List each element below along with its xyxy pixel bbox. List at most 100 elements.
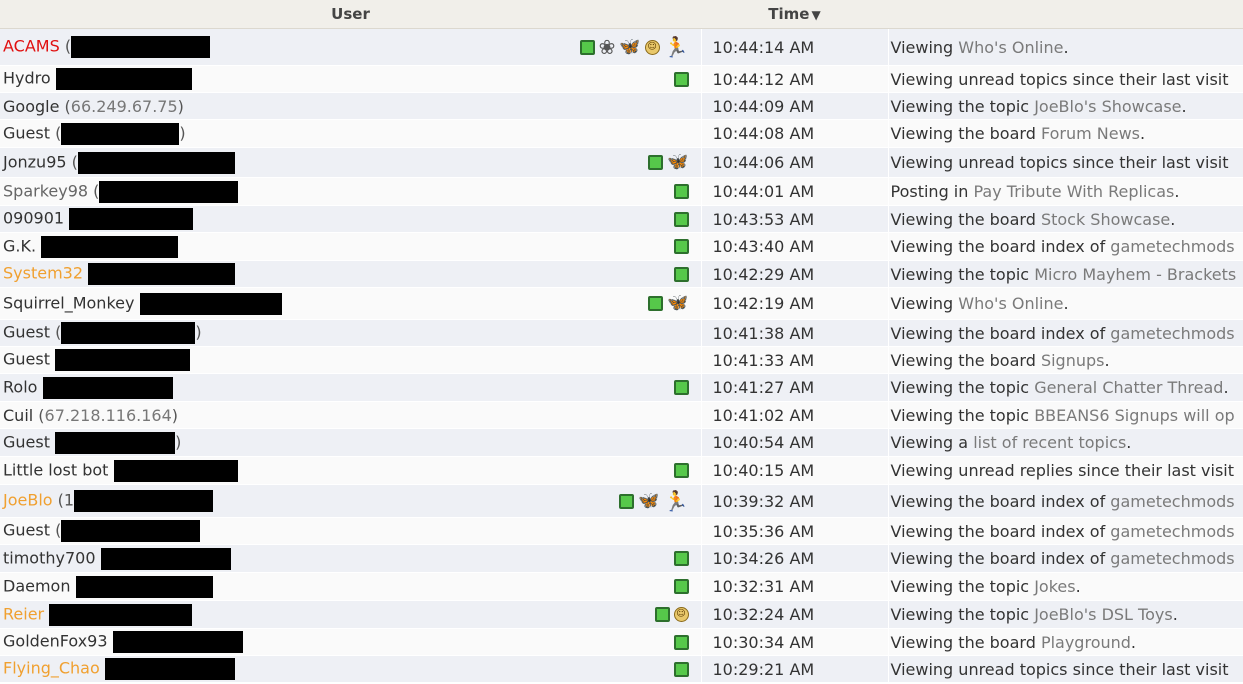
table-row: System32 10:42:29 AM Viewing the topic Mi…: [0, 260, 1243, 288]
ip-address[interactable]: 67.218.116.164: [45, 406, 172, 425]
messenger-icons: [673, 178, 689, 205]
aim-icon[interactable]: 🏃: [664, 491, 689, 511]
online-status-icon[interactable]: [673, 634, 689, 650]
ip-close-paren: ): [175, 432, 182, 451]
yahoo-icon[interactable]: ☺: [673, 607, 689, 622]
table-row: Guest () 10:41:38 AM Viewing the board ind…: [0, 319, 1243, 347]
username-link[interactable]: Squirrel_Monkey: [3, 293, 134, 312]
online-status-icon[interactable]: [673, 661, 689, 677]
username-link[interactable]: Guest: [3, 350, 50, 369]
action-link[interactable]: Jokes: [1034, 577, 1075, 596]
action-link[interactable]: Forum News: [1041, 124, 1140, 143]
action-link[interactable]: BBEANS6 Signups will op: [1034, 406, 1234, 425]
action-link[interactable]: Playground: [1041, 633, 1131, 652]
username-link[interactable]: GoldenFox93: [3, 632, 108, 651]
action-link[interactable]: Who's Online: [958, 38, 1063, 57]
online-status-icon[interactable]: [673, 380, 689, 395]
username-link[interactable]: Guest: [3, 323, 50, 342]
action-link[interactable]: Stock Showcase: [1041, 210, 1170, 229]
username-link[interactable]: Rolo: [3, 377, 37, 396]
online-status-icon[interactable]: [579, 39, 595, 55]
online-status-icon[interactable]: [673, 266, 689, 282]
ip-address[interactable]: 66.249.67.75: [71, 97, 178, 116]
action-text: Viewing the board: [890, 124, 1041, 143]
action-cell: Viewing unread replies since their last …: [887, 456, 1243, 485]
online-status-icon[interactable]: [648, 155, 664, 170]
online-status-icon[interactable]: [673, 579, 689, 594]
action-link[interactable]: gametechmods: [1110, 522, 1234, 541]
online-status-icon[interactable]: [654, 607, 670, 622]
table-header: User Time ▼: [0, 0, 1243, 29]
table-row: Guest () 10:44:08 AM Viewing the board For…: [0, 119, 1243, 148]
time-cell: 10:43:53 AM: [700, 205, 888, 233]
username-link[interactable]: ACAMS: [3, 37, 60, 56]
online-status-icon[interactable]: [648, 296, 664, 311]
action-cell: Viewing the topic JoeBlo's DSL Toys.: [887, 600, 1243, 629]
time-column-header[interactable]: Time ▼: [701, 0, 888, 29]
username-link[interactable]: Flying_Chao: [3, 659, 100, 678]
username-link[interactable]: Guest: [3, 123, 50, 142]
action-link[interactable]: Who's Online: [958, 294, 1063, 313]
username-link[interactable]: Jonzu95: [3, 152, 67, 171]
online-status-icon[interactable]: [673, 551, 689, 566]
action-tail: .: [1172, 605, 1178, 624]
action-link[interactable]: JoeBlo's Showcase: [1034, 97, 1181, 116]
action-link[interactable]: Micro Mayhem - Brackets: [1034, 265, 1236, 284]
action-link[interactable]: gametechmods: [1110, 492, 1234, 511]
action-text: Viewing the topic: [890, 264, 1035, 284]
aim-icon[interactable]: 🏃: [664, 37, 689, 57]
time-cell: 10:40:15 AM: [700, 456, 888, 485]
username-link[interactable]: 090901: [3, 209, 64, 228]
username-link[interactable]: Hydro: [3, 69, 51, 88]
online-status-icon[interactable]: [673, 211, 689, 227]
sort-desc-icon[interactable]: ▼: [811, 8, 820, 22]
username-link[interactable]: Reier: [3, 604, 44, 623]
username-link[interactable]: Cuil: [3, 406, 33, 425]
action-link[interactable]: JoeBlo's DSL Toys: [1034, 605, 1173, 624]
user-cell: Reier ☺: [0, 600, 701, 629]
username-link[interactable]: Guest: [3, 432, 50, 451]
timestamp: 10:41:38 AM: [712, 323, 815, 343]
action-text: Posting in: [890, 182, 974, 201]
action-link[interactable]: list of recent topics: [973, 433, 1126, 452]
redaction-bar: [61, 322, 196, 344]
online-status-icon[interactable]: [673, 184, 689, 199]
table-row: Little lost bot 10:40:15 AM Viewing unrea…: [0, 456, 1243, 485]
action-link[interactable]: General Chatter Thread: [1034, 378, 1223, 397]
msn-icon[interactable]: 🦋: [638, 492, 659, 510]
online-status-icon[interactable]: [673, 463, 689, 478]
online-status-icon[interactable]: [619, 493, 635, 509]
username-link[interactable]: Google: [3, 97, 59, 116]
online-status-icon[interactable]: [673, 71, 689, 87]
table-row: G.K. 10:43:40 AM Viewing the board index …: [0, 232, 1243, 261]
msn-icon[interactable]: 🦋: [619, 38, 640, 56]
icq-icon[interactable]: ❀: [599, 37, 616, 57]
user-column-header[interactable]: User: [0, 0, 701, 29]
time-header-label: Time: [768, 5, 810, 23]
redaction-bar: [55, 431, 176, 454]
username-link[interactable]: Daemon: [3, 576, 70, 595]
username-link[interactable]: Sparkey98: [3, 181, 88, 200]
action-link[interactable]: Signups: [1041, 351, 1105, 370]
redaction-bar: [55, 68, 192, 90]
action-link[interactable]: gametechmods: [1110, 549, 1234, 568]
username-link[interactable]: timothy700: [3, 548, 96, 567]
action-link[interactable]: Pay Tribute With Replicas: [973, 182, 1174, 201]
action-link[interactable]: gametechmods: [1110, 324, 1234, 343]
username-link[interactable]: G.K.: [3, 236, 36, 255]
timestamp: 10:34:26 AM: [712, 549, 815, 568]
online-status-icon[interactable]: [673, 239, 689, 254]
msn-icon[interactable]: 🦋: [667, 295, 688, 312]
time-cell: 10:32:24 AM: [700, 600, 888, 629]
username-link[interactable]: System32: [3, 264, 83, 283]
timestamp: 10:43:53 AM: [712, 209, 815, 229]
username-link[interactable]: JoeBlo: [3, 491, 53, 510]
table-row: Google (66.249.67.75) 10:44:09 AM Viewing …: [0, 92, 1243, 120]
msn-icon[interactable]: 🦋: [667, 154, 688, 171]
username-link[interactable]: Guest: [3, 521, 50, 540]
username-link[interactable]: Little lost bot: [3, 460, 108, 479]
time-cell: 10:44:01 AM: [700, 177, 888, 206]
messenger-icons: [673, 233, 689, 260]
action-link[interactable]: gametechmods: [1110, 237, 1234, 256]
yahoo-icon[interactable]: ☺: [644, 39, 660, 55]
